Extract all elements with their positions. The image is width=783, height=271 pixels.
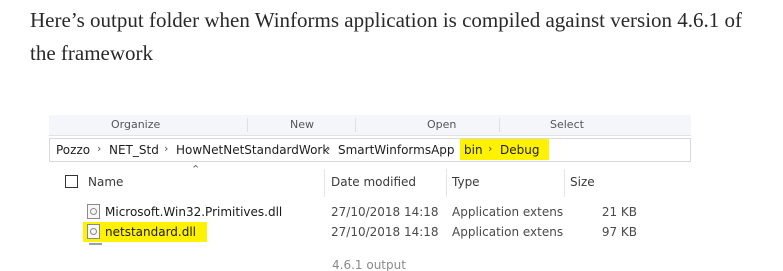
- ribbon-group-select[interactable]: Select: [550, 118, 584, 131]
- file-type: Application extens: [452, 225, 564, 239]
- file-type: Application extens: [452, 205, 564, 219]
- breadcrumb-separator-icon: ›: [488, 142, 493, 155]
- breadcrumb-item-net-std[interactable]: NET_Std: [109, 143, 159, 157]
- column-divider[interactable]: [564, 169, 565, 197]
- column-header-row: ⌃ Name Date modified Type Size: [49, 163, 691, 197]
- file-name: netstandard.dll: [105, 225, 197, 239]
- breadcrumb-separator-icon: ›: [164, 142, 169, 155]
- column-header-type[interactable]: Type: [452, 175, 480, 189]
- address-bar[interactable]: Pozzo › NET_Std › HowNetNetStandardWork …: [49, 138, 691, 162]
- breadcrumb-separator-icon: ›: [326, 142, 331, 155]
- explorer-screenshot: Organize New Open Select Pozzo › NET_Std…: [49, 115, 691, 257]
- breadcrumb-separator-icon: ›: [97, 142, 102, 155]
- file-name: Microsoft.Win32.Primitives.dll: [105, 205, 283, 219]
- ribbon-divider: [499, 118, 500, 132]
- file-date-modified: 27/10/2018 14:18: [331, 205, 439, 219]
- sort-caret-icon: ⌃: [191, 163, 201, 176]
- dll-file-icon: [87, 224, 100, 239]
- breadcrumb-item-bin[interactable]: bin: [464, 143, 483, 157]
- ribbon-divider: [247, 118, 248, 132]
- file-size: 97 KB: [601, 225, 637, 239]
- ribbon-group-organize[interactable]: Organize: [111, 118, 160, 131]
- column-header-date-modified[interactable]: Date modified: [331, 175, 416, 189]
- partial-file-icon: [89, 243, 102, 245]
- ribbon-bar: Organize New Open Select: [49, 115, 691, 136]
- file-row[interactable]: Microsoft.Win32.Primitives.dll 27/10/201…: [49, 203, 691, 223]
- column-header-size[interactable]: Size: [570, 175, 595, 189]
- breadcrumb-item-pozzo[interactable]: Pozzo: [56, 143, 90, 157]
- column-divider[interactable]: [324, 169, 325, 197]
- file-row[interactable]: netstandard.dll 27/10/2018 14:18 Applica…: [49, 222, 691, 243]
- breadcrumb-item-debug[interactable]: Debug: [500, 143, 539, 157]
- breadcrumb-item-hownetnetstandardwork[interactable]: HowNetNetStandardWork: [176, 143, 329, 157]
- intro-paragraph: Here’s output folder when Winforms appli…: [30, 8, 743, 65]
- breadcrumb-item-smartwinformsapp[interactable]: SmartWinformsApp: [338, 143, 455, 157]
- file-date-modified: 27/10/2018 14:18: [331, 225, 439, 239]
- ribbon-divider: [355, 118, 356, 132]
- column-header-name[interactable]: Name: [88, 175, 123, 189]
- file-size: 21 KB: [601, 205, 637, 219]
- column-divider[interactable]: [446, 169, 447, 197]
- dll-file-icon: [87, 204, 100, 219]
- ribbon-group-open[interactable]: Open: [427, 118, 456, 131]
- select-all-checkbox[interactable]: [65, 175, 78, 188]
- image-caption: 4.6.1 output: [332, 258, 406, 271]
- ribbon-group-new[interactable]: New: [290, 118, 314, 131]
